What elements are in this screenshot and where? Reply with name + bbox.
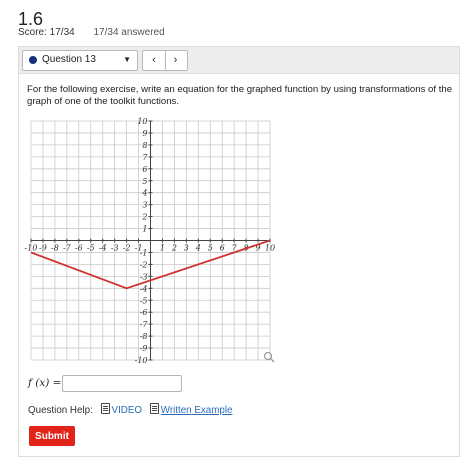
x-tick-label: 2 <box>171 244 177 253</box>
x-tick-label: 1 <box>160 244 165 253</box>
example-doc-icon <box>149 403 159 414</box>
x-tick-label: -3 <box>111 244 119 253</box>
zoom-icon-handle <box>270 358 275 363</box>
x-tick-label: -10 <box>25 244 38 253</box>
y-tick-label: -3 <box>140 272 148 281</box>
y-tick-label: -10 <box>135 356 148 365</box>
y-tick-label: 2 <box>141 213 147 222</box>
y-tick-label: 3 <box>142 201 147 210</box>
y-tick-label: -7 <box>140 320 149 329</box>
x-tick-label: -8 <box>51 244 59 253</box>
y-tick-label: 5 <box>142 177 147 186</box>
y-tick-label: 7 <box>142 153 148 162</box>
y-tick-label: 8 <box>142 141 147 150</box>
y-tick-label: 9 <box>142 129 147 138</box>
x-tick-label: -2 <box>123 244 131 253</box>
y-tick-label: 6 <box>142 165 147 174</box>
video-link[interactable]: VIDEO <box>112 405 143 416</box>
submit-button[interactable]: Submit <box>29 426 75 446</box>
answer-input[interactable] <box>62 375 182 392</box>
y-tick-label: -5 <box>140 296 148 305</box>
y-tick-label: 10 <box>137 117 147 126</box>
written-example-link[interactable]: Written Example <box>161 405 233 416</box>
y-tick-label: -2 <box>140 260 148 269</box>
y-tick-label: 4 <box>141 189 147 198</box>
question-help-label: Question Help: <box>28 405 93 416</box>
x-tick-label: 6 <box>220 244 225 253</box>
question-help: Question Help: VIDEO Written Example <box>28 403 232 416</box>
x-tick-label: 5 <box>208 244 213 253</box>
y-tick-label: 1 <box>142 225 147 234</box>
video-doc-icon <box>100 403 110 414</box>
y-tick-label: -6 <box>140 308 148 317</box>
y-tick-label: -8 <box>140 332 148 341</box>
x-tick-label: -4 <box>99 244 107 253</box>
x-tick-label: 3 <box>184 244 189 253</box>
x-tick-label: 4 <box>195 244 201 253</box>
zoom-icon <box>263 351 273 361</box>
x-tick-label: -9 <box>39 244 47 253</box>
x-tick-label: 10 <box>265 244 275 253</box>
y-tick-label: -1 <box>140 248 148 257</box>
function-label: f (x) = <box>28 377 62 389</box>
x-tick-label: -5 <box>87 244 95 253</box>
x-tick-label: -7 <box>63 244 72 253</box>
y-tick-label: -4 <box>140 284 148 293</box>
y-tick-label: -9 <box>140 344 148 353</box>
x-tick-label: -6 <box>75 244 83 253</box>
